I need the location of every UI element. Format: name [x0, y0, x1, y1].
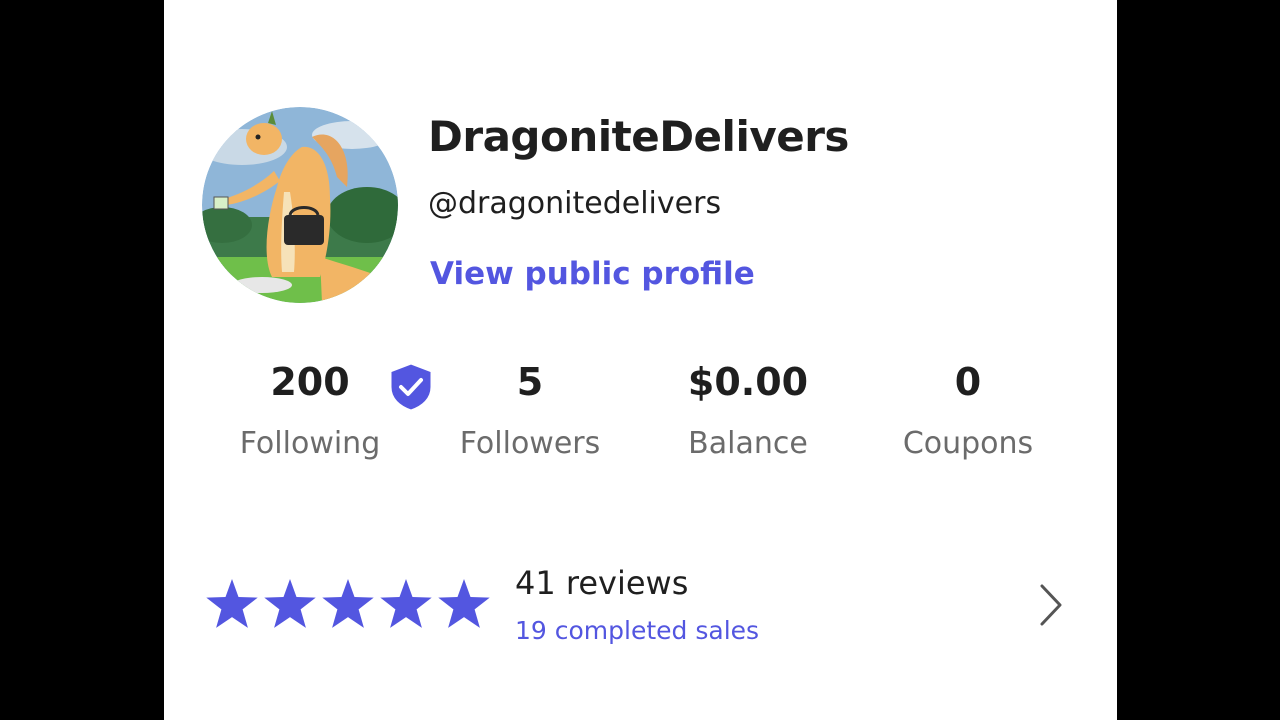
star-icon — [322, 579, 374, 628]
star-icon — [438, 579, 490, 628]
star-icon — [206, 579, 258, 628]
user-handle: @dragonitedelivers — [428, 186, 722, 221]
stat-value: 5 — [516, 360, 544, 404]
reviews-summary-row[interactable]: 41 reviews 19 completed sales — [204, 560, 1084, 656]
avatar-container[interactable] — [202, 107, 434, 413]
display-name: DragoniteDelivers — [428, 112, 849, 161]
stat-value: 0 — [954, 360, 982, 404]
stat-value: 200 — [270, 360, 350, 404]
chevron-right-icon[interactable] — [1036, 582, 1066, 628]
star-icon — [380, 579, 432, 628]
stat-label: Coupons — [902, 426, 1034, 461]
stat-following[interactable]: 200 Following — [200, 356, 420, 466]
reviews-count: 41 reviews — [515, 564, 689, 602]
star-rating — [206, 579, 490, 628]
view-public-profile-link[interactable]: View public profile — [430, 256, 755, 292]
stat-value: $0.00 — [687, 360, 809, 404]
stat-balance[interactable]: $0.00 Balance — [638, 356, 858, 466]
completed-sales-count: 19 completed sales — [515, 616, 760, 645]
stat-label: Balance — [688, 426, 808, 461]
star-icon — [264, 579, 316, 628]
profile-panel: DragoniteDelivers @dragonitedelivers Vie… — [164, 0, 1117, 720]
stat-label: Followers — [459, 426, 601, 461]
avatar[interactable] — [202, 107, 398, 303]
stats-row: 200 Following 5 Followers $0.00 Balance … — [200, 356, 1080, 476]
stat-coupons[interactable]: 0 Coupons — [858, 356, 1078, 466]
stat-label: Following — [239, 426, 381, 461]
stat-followers[interactable]: 5 Followers — [420, 356, 640, 466]
